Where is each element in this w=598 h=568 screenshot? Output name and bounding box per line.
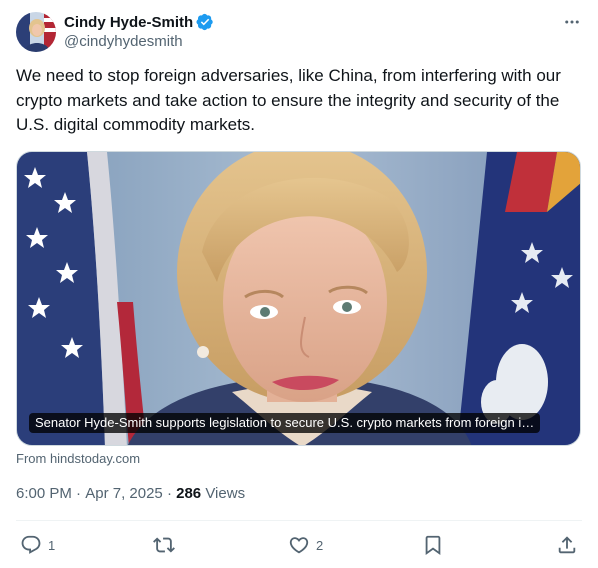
tweet-date[interactable]: Apr 7, 2025 bbox=[85, 485, 163, 502]
card-image bbox=[17, 152, 580, 445]
reply-count: 1 bbox=[48, 537, 56, 553]
avatar-image bbox=[16, 12, 56, 52]
views-count: 286 bbox=[176, 485, 202, 502]
link-card[interactable]: Senator Hyde-Smith supports legislation … bbox=[16, 151, 581, 446]
bookmark-button[interactable] bbox=[422, 528, 444, 562]
author-name[interactable]: Cindy Hyde-Smith bbox=[64, 14, 193, 31]
tweet-meta: 6:00 PM · Apr 7, 2025 · 286 Views bbox=[16, 485, 245, 502]
avatar[interactable] bbox=[16, 12, 56, 52]
tweet-text: We need to stop foreign adversaries, lik… bbox=[16, 66, 561, 134]
views-label: Views bbox=[205, 485, 246, 502]
retweet-button[interactable] bbox=[153, 528, 181, 562]
like-count: 2 bbox=[316, 537, 324, 553]
more-icon bbox=[565, 20, 579, 24]
share-icon bbox=[558, 536, 576, 554]
reply-button[interactable]: 1 bbox=[20, 528, 55, 562]
meta-separator: · bbox=[162, 485, 177, 502]
card-source[interactable]: From hindstoday.com bbox=[16, 451, 140, 466]
verified-badge-icon bbox=[196, 13, 214, 31]
like-icon bbox=[289, 537, 309, 554]
tweet-time[interactable]: 6:00 PM bbox=[16, 485, 72, 502]
author-handle[interactable]: @cindyhydesmith bbox=[64, 33, 214, 50]
tweet-actions: 1 2 bbox=[16, 528, 582, 562]
card-caption: Senator Hyde-Smith supports legislation … bbox=[29, 413, 541, 433]
more-options-button[interactable] bbox=[560, 12, 584, 32]
bookmark-icon bbox=[425, 535, 441, 556]
divider bbox=[16, 520, 582, 521]
share-button[interactable] bbox=[556, 528, 578, 562]
meta-separator: · bbox=[71, 485, 86, 502]
reply-icon bbox=[21, 535, 41, 554]
like-button[interactable]: 2 bbox=[288, 528, 323, 562]
retweet-icon bbox=[153, 537, 175, 553]
tweet-author: Cindy Hyde-Smith @cindyhydesmith bbox=[64, 12, 214, 50]
